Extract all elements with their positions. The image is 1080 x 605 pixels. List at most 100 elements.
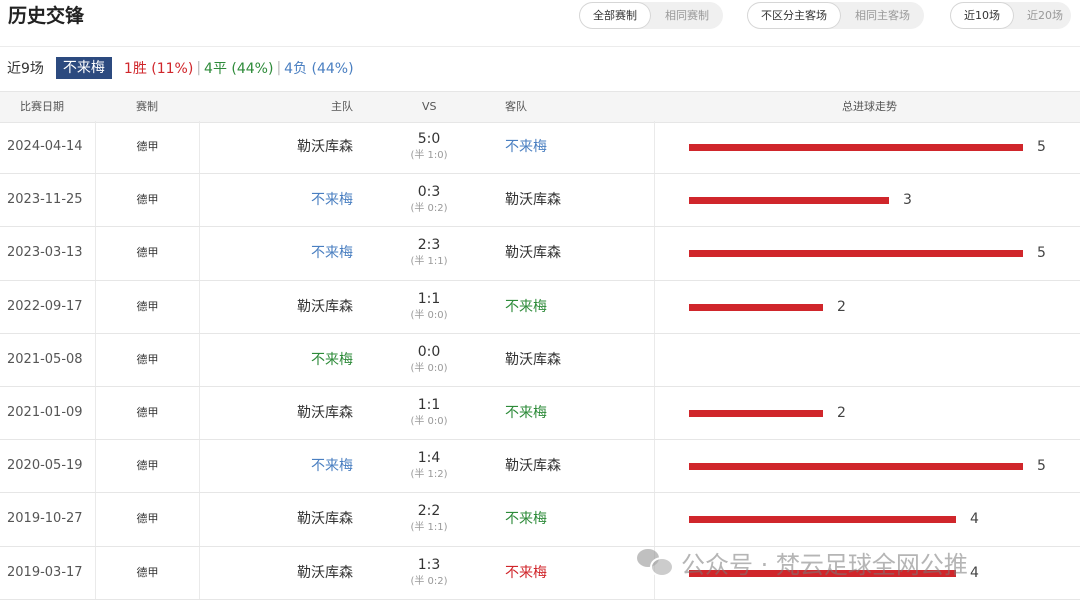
- match-score: 2:3 (半 1:1): [396, 236, 462, 270]
- home-team[interactable]: 不来梅: [200, 440, 353, 492]
- half-time-score: (半 0:0): [410, 362, 448, 374]
- match-league: 德甲: [96, 333, 200, 386]
- match-date: 2021-05-08: [0, 333, 96, 386]
- goal-trend-bar: [689, 409, 823, 417]
- match-league: 德甲: [96, 227, 200, 280]
- full-time-score: 1:4: [417, 450, 441, 467]
- match-date: 2024-04-14: [0, 121, 96, 174]
- match-score: 0:3 (半 0:2): [396, 183, 462, 217]
- full-time-score: 2:3: [417, 237, 441, 254]
- match-date: 2020-05-19: [0, 440, 96, 493]
- half-time-score: (半 0:2): [410, 575, 448, 587]
- table-row[interactable]: 2023-11-25 德甲 不来梅 0:3 (半 0:2) 勒沃库森 3: [0, 174, 1080, 228]
- match-score: 2:2 (半 1:1): [396, 502, 462, 536]
- match-count: 近9场: [7, 61, 44, 77]
- win-stat: 1胜 (11%): [123, 61, 194, 77]
- table-row[interactable]: 2022-09-17 德甲 勒沃库森 1:1 (半 0:0) 不来梅 2: [0, 280, 1080, 334]
- half-time-score: (半 0:0): [410, 309, 448, 321]
- home-team[interactable]: 勒沃库森: [200, 547, 353, 599]
- full-time-score: 1:1: [417, 290, 441, 307]
- filter-all-competitions[interactable]: 全部赛制: [579, 2, 651, 29]
- table-row[interactable]: 2021-01-09 德甲 勒沃库森 1:1 (半 0:0) 不来梅 2: [0, 386, 1080, 441]
- away-team[interactable]: 不来梅: [505, 280, 655, 333]
- goal-trend-bar: [689, 250, 1023, 258]
- match-date: 2019-03-17: [0, 546, 96, 599]
- column-away: 客队: [505, 100, 527, 113]
- away-team[interactable]: 不来梅: [505, 546, 655, 599]
- home-team[interactable]: 勒沃库森: [200, 493, 353, 545]
- total-goals-label: 5: [1037, 139, 1046, 155]
- filter-last-20[interactable]: 近20场: [1014, 2, 1071, 29]
- table-row[interactable]: 2023-03-13 德甲 不来梅 2:3 (半 1:1) 勒沃库森 5: [0, 227, 1080, 281]
- half-time-score: (半 1:0): [410, 150, 448, 161]
- goal-trend-bar: [689, 197, 889, 205]
- half-time-score: (半 1:1): [410, 256, 448, 268]
- total-goals-label: 4: [970, 564, 979, 581]
- full-time-score: 2:2: [417, 503, 441, 520]
- count-filter: 近10场 近20场: [950, 2, 1071, 29]
- competition-filter: 全部赛制 相同赛制: [579, 2, 723, 29]
- total-goals-label: 3: [903, 192, 912, 209]
- half-time-score: (半 0:2): [410, 203, 448, 215]
- full-time-score: 0:0: [417, 343, 441, 360]
- half-time-score: (半 1:1): [410, 522, 448, 534]
- match-league: 德甲: [96, 121, 200, 174]
- goal-trend-bar: [689, 516, 956, 524]
- match-league: 德甲: [96, 440, 200, 493]
- table-row[interactable]: 2020-05-19 德甲 不来梅 1:4 (半 1:2) 勒沃库森 5: [0, 440, 1080, 494]
- column-home: 主队: [331, 100, 353, 113]
- table-row[interactable]: 2024-04-14 德甲 勒沃库森 5:0 (半 1:0) 不来梅 5: [0, 121, 1080, 175]
- filter-any-venue[interactable]: 不区分主客场: [747, 2, 841, 29]
- team-badge: 不来梅: [55, 57, 112, 79]
- match-date: 2022-09-17: [0, 280, 96, 333]
- table-row[interactable]: 2019-10-27 德甲 勒沃库森 2:2 (半 1:1) 不来梅 4: [0, 493, 1080, 547]
- away-team[interactable]: 勒沃库森: [505, 333, 655, 386]
- full-time-score: 5:0: [417, 131, 441, 147]
- match-score: 5:0 (半 1:0): [396, 130, 462, 164]
- match-league: 德甲: [96, 546, 200, 599]
- full-time-score: 1:1: [417, 396, 441, 413]
- column-vs: VS: [422, 100, 437, 113]
- match-date: 2023-03-13: [0, 227, 96, 280]
- away-team[interactable]: 勒沃库森: [505, 227, 655, 280]
- loss-stat: 4负 (44%): [284, 61, 354, 77]
- away-team[interactable]: 勒沃库森: [505, 174, 655, 227]
- match-league: 德甲: [96, 386, 200, 440]
- total-goals-label: 4: [970, 511, 979, 528]
- filter-same-competition[interactable]: 相同赛制: [651, 2, 723, 29]
- away-team[interactable]: 不来梅: [505, 386, 655, 440]
- watermark: 公众号 · 梵云足球全网公推: [637, 544, 968, 580]
- match-league: 德甲: [96, 280, 200, 333]
- away-team[interactable]: 勒沃库森: [505, 440, 655, 493]
- away-team[interactable]: 不来梅: [505, 493, 655, 546]
- total-goals-label: 5: [1037, 458, 1046, 475]
- goal-trend-bar: [689, 463, 1023, 471]
- away-team[interactable]: 不来梅: [505, 121, 655, 174]
- match-league: 德甲: [96, 174, 200, 227]
- goal-trend-bar: [689, 303, 823, 311]
- record-summary: 近9场 不来梅 1胜 (11%) | 4平 (44%) | 4负 (44%): [7, 57, 354, 79]
- home-team[interactable]: 不来梅: [200, 174, 353, 226]
- total-goals-label: 2: [837, 404, 846, 421]
- match-date: 2021-01-09: [0, 386, 96, 440]
- goal-trend-bar: [689, 144, 1023, 151]
- full-time-score: 1:3: [417, 556, 441, 573]
- home-team[interactable]: 不来梅: [200, 334, 353, 386]
- full-time-score: 0:3: [417, 184, 441, 201]
- home-team[interactable]: 勒沃库森: [200, 281, 353, 333]
- table-header: 比赛日期 赛制 主队 VS 客队 总进球走势: [0, 91, 1080, 123]
- match-score: 1:1 (半 0:0): [396, 290, 462, 324]
- total-goals-label: 2: [837, 298, 846, 315]
- filter-last-10[interactable]: 近10场: [950, 2, 1014, 29]
- half-time-score: (半 1:2): [410, 469, 448, 481]
- match-date: 2023-11-25: [0, 174, 96, 227]
- home-team[interactable]: 勒沃库森: [200, 387, 353, 439]
- header: 历史交锋 全部赛制 相同赛制 不区分主客场 相同主客场 近10场 近20场: [0, 0, 1080, 47]
- match-score: 1:3 (半 0:2): [396, 556, 462, 590]
- home-team[interactable]: 勒沃库森: [200, 121, 353, 173]
- match-list: 2024-04-14 德甲 勒沃库森 5:0 (半 1:0) 不来梅 5 2023-11-25…: [0, 121, 1080, 600]
- match-score: 0:0 (半 0:0): [396, 343, 462, 377]
- filter-same-venue[interactable]: 相同主客场: [841, 2, 924, 29]
- home-team[interactable]: 不来梅: [200, 227, 353, 279]
- table-row[interactable]: 2021-05-08 德甲 不来梅 0:0 (半 0:0) 勒沃库森: [0, 333, 1080, 387]
